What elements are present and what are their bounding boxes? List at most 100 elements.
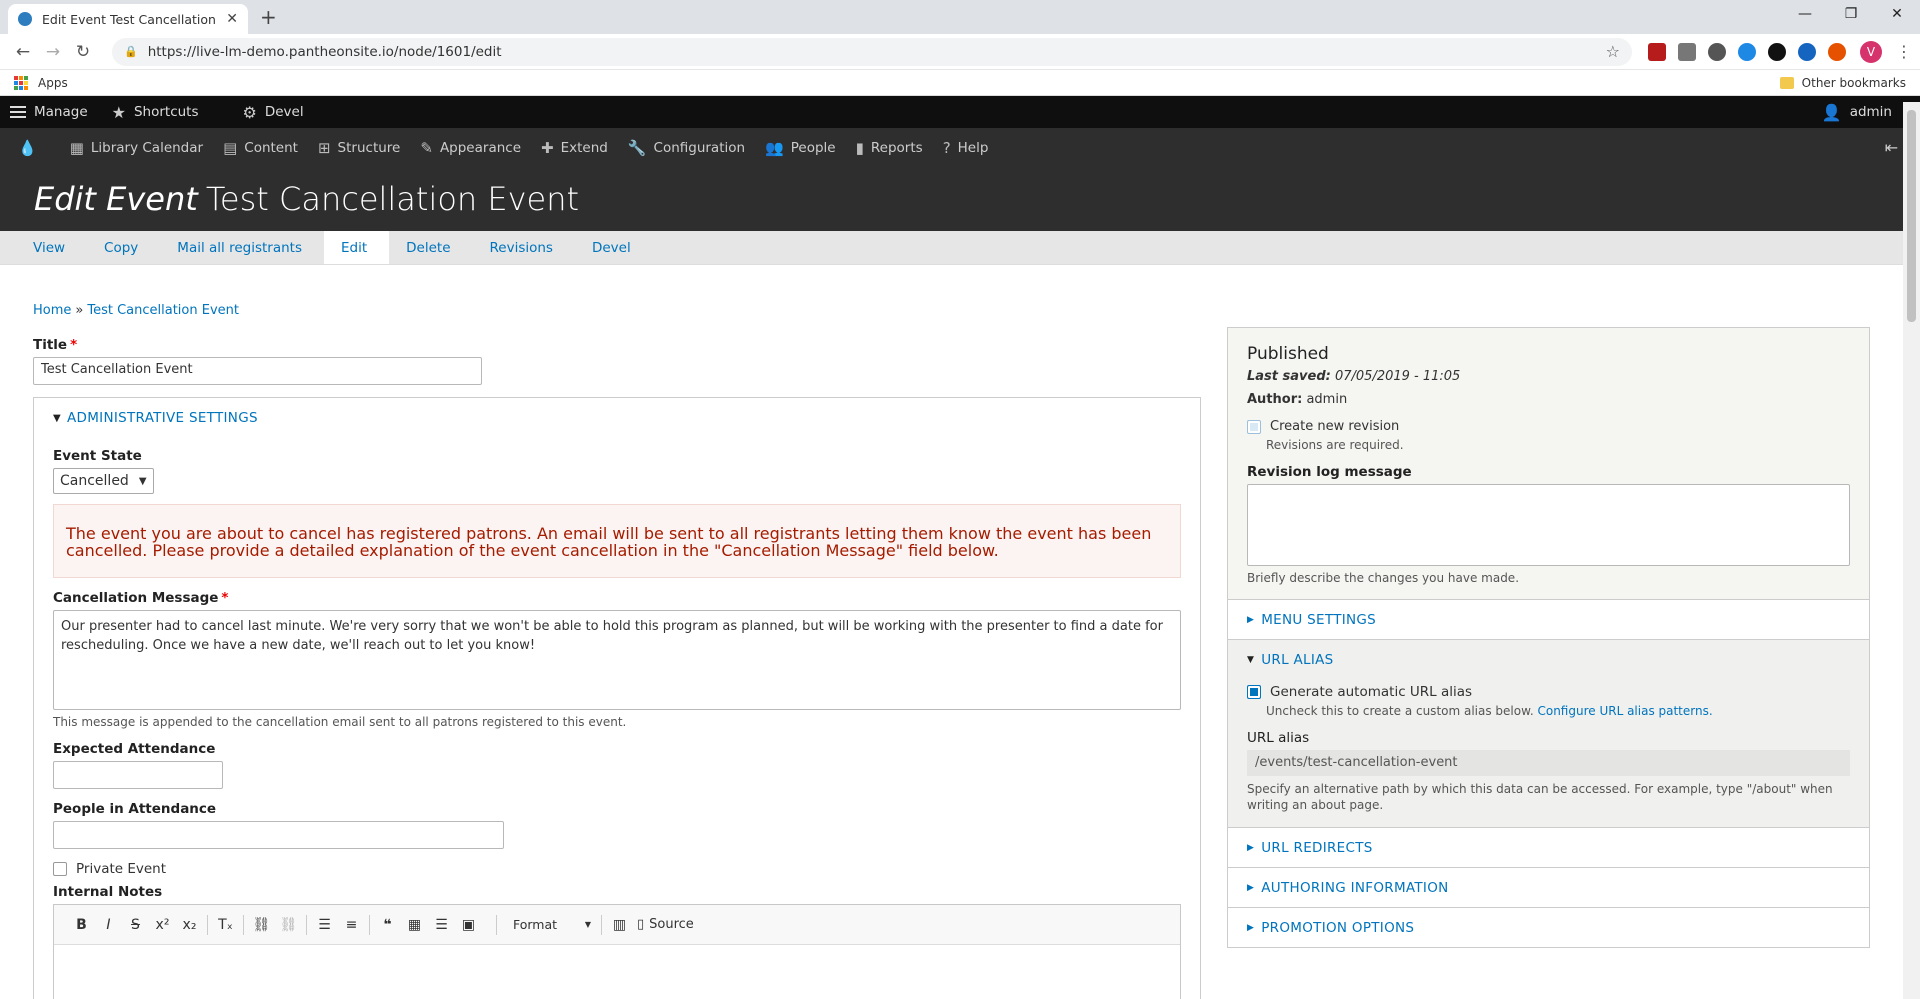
image-icon[interactable]: ▣ bbox=[455, 917, 482, 933]
numbered-list-icon[interactable]: ≡ bbox=[338, 917, 365, 933]
breadcrumb-home[interactable]: Home bbox=[33, 303, 71, 318]
tab-mail-registrants[interactable]: Mail all registrants bbox=[160, 231, 324, 264]
table-icon[interactable]: ▦ bbox=[401, 917, 428, 933]
password-extension-icon[interactable] bbox=[1798, 42, 1816, 61]
revision-log-description: Briefly describe the changes you have ma… bbox=[1247, 571, 1520, 585]
url-alias-section: ▼ URL ALIAS Generate automatic URL alias … bbox=[1228, 639, 1869, 827]
calendar-icon: ▦ bbox=[69, 138, 84, 157]
menu-help[interactable]: ? Help bbox=[933, 139, 999, 157]
menu-settings-label: MENU SETTINGS bbox=[1261, 611, 1377, 628]
grammar-extension-icon[interactable] bbox=[1678, 42, 1696, 61]
private-event-row[interactable]: Private Event bbox=[53, 861, 1181, 877]
drop-icon: 💧 bbox=[18, 138, 37, 157]
menu-settings-toggle[interactable]: ▶ MENU SETTINGS bbox=[1228, 599, 1869, 639]
horizontal-line-icon[interactable]: ☰ bbox=[428, 917, 455, 933]
browser-tab[interactable]: Edit Event Test Cancellation Event ✕ bbox=[8, 4, 248, 34]
superscript-icon[interactable]: x² bbox=[149, 917, 176, 933]
shortcuts-button[interactable]: ★ Shortcuts bbox=[102, 96, 213, 128]
expected-attendance-input[interactable] bbox=[53, 761, 223, 789]
forward-icon[interactable]: → bbox=[38, 42, 68, 62]
tab-view[interactable]: View bbox=[16, 231, 87, 264]
templates-icon[interactable]: ▥ bbox=[606, 917, 633, 933]
wordpress-extension-icon[interactable] bbox=[1708, 42, 1726, 61]
bulleted-list-icon[interactable]: ☰ bbox=[311, 917, 338, 933]
strikethrough-icon[interactable]: S bbox=[122, 917, 149, 933]
restore-icon[interactable]: ❐ bbox=[1828, 0, 1874, 30]
configure-alias-link[interactable]: Configure URL alias patterns. bbox=[1537, 704, 1712, 718]
menu-structure[interactable]: ⊞ Structure bbox=[308, 139, 410, 157]
tab-edit[interactable]: Edit bbox=[324, 231, 390, 264]
source-button[interactable]: ▯ Source bbox=[637, 917, 694, 932]
admin-settings-toggle[interactable]: ▼ ADMINISTRATIVE SETTINGS bbox=[53, 410, 1181, 426]
reload-icon[interactable]: ↻ bbox=[68, 42, 98, 62]
people-attendance-input[interactable] bbox=[53, 821, 504, 849]
subscript-icon[interactable]: x₂ bbox=[176, 917, 203, 933]
new-tab-icon[interactable]: + bbox=[260, 5, 277, 29]
menu-content[interactable]: ▤ Content bbox=[213, 139, 308, 157]
title-input[interactable]: Test Cancellation Event bbox=[33, 357, 482, 385]
generate-alias-label: Generate automatic URL alias bbox=[1270, 684, 1473, 700]
other-bookmarks[interactable]: Other bookmarks bbox=[1779, 76, 1906, 90]
tab-delete[interactable]: Delete bbox=[389, 231, 472, 264]
page-title-text: Test Cancellation Event bbox=[205, 180, 580, 218]
bookmark-star-icon[interactable]: ☆ bbox=[1606, 42, 1620, 61]
folder-icon bbox=[1779, 76, 1794, 89]
authoring-info-toggle[interactable]: ▶ AUTHORING INFORMATION bbox=[1228, 867, 1869, 907]
administrative-settings: ▼ ADMINISTRATIVE SETTINGS Event State Ca… bbox=[33, 397, 1201, 999]
back-icon[interactable]: ← bbox=[8, 42, 38, 62]
fox-extension-icon[interactable] bbox=[1828, 42, 1846, 61]
close-window-icon[interactable]: ✕ bbox=[1874, 0, 1920, 30]
url-redirects-toggle[interactable]: ▶ URL REDIRECTS bbox=[1228, 827, 1869, 867]
bookmarks-bar: Apps Other bookmarks bbox=[0, 70, 1920, 96]
expected-attendance-label: Expected Attendance bbox=[53, 741, 216, 757]
remove-format-icon[interactable]: Tₓ bbox=[212, 917, 239, 933]
revision-log-textarea[interactable] bbox=[1247, 484, 1850, 566]
drupal-home-icon[interactable]: 💧 bbox=[0, 139, 60, 157]
blockquote-icon[interactable]: ❝ bbox=[374, 917, 401, 933]
triangle-right-icon: ▶ bbox=[1247, 882, 1255, 893]
browser-menu-icon[interactable]: ⋮ bbox=[1896, 42, 1912, 61]
promotion-options-toggle[interactable]: ▶ PROMOTION OPTIONS bbox=[1228, 907, 1869, 947]
page-scrollbar[interactable] bbox=[1903, 102, 1920, 999]
tab-copy[interactable]: Copy bbox=[87, 231, 160, 264]
generate-alias-checkbox[interactable] bbox=[1247, 685, 1261, 699]
menu-people[interactable]: 👥 People bbox=[755, 139, 846, 157]
breadcrumb-current[interactable]: Test Cancellation Event bbox=[87, 303, 239, 318]
minimize-icon[interactable]: — bbox=[1782, 0, 1828, 30]
profile-avatar[interactable]: V bbox=[1860, 40, 1882, 63]
link-icon[interactable]: ⛓ bbox=[248, 917, 275, 933]
close-icon[interactable]: ✕ bbox=[226, 11, 238, 27]
devel-button[interactable]: ⚙ Devel bbox=[233, 96, 318, 128]
private-event-checkbox[interactable] bbox=[53, 862, 67, 876]
internal-notes-editor[interactable]: B I S x² x₂ Tₓ ⛓ ⛓ ☰ ≡ ❝ ▦ ☰ ▣ Format ▼ … bbox=[53, 904, 1181, 999]
cancel-message-textarea[interactable]: Our presenter had to cancel last minute.… bbox=[53, 610, 1181, 710]
tab-devel[interactable]: Devel bbox=[575, 231, 653, 264]
menu-reports[interactable]: ▮ Reports bbox=[846, 139, 933, 157]
url-alias-toggle[interactable]: ▼ URL ALIAS bbox=[1247, 640, 1850, 680]
url-input[interactable]: 🔒 https://live-lm-demo.pantheonsite.io/n… bbox=[112, 37, 1632, 66]
create-revision-label: Create new revision bbox=[1270, 419, 1400, 434]
tab-revisions[interactable]: Revisions bbox=[473, 231, 575, 264]
browser-tabbar: Edit Event Test Cancellation Event ✕ + —… bbox=[0, 0, 1920, 34]
page-title: Edit Event Test Cancellation Event bbox=[0, 167, 1920, 231]
unlink-icon[interactable]: ⛓ bbox=[275, 917, 302, 933]
edge-extension-icon[interactable] bbox=[1738, 42, 1756, 61]
bold-icon[interactable]: B bbox=[68, 917, 95, 933]
pdf-extension-icon[interactable] bbox=[1648, 42, 1666, 61]
menu-configuration[interactable]: 🔧 Configuration bbox=[618, 139, 755, 157]
italic-icon[interactable]: I bbox=[95, 917, 122, 933]
scrollbar-thumb[interactable] bbox=[1907, 110, 1916, 322]
drupal-favicon-icon bbox=[18, 12, 32, 26]
eye-extension-icon[interactable] bbox=[1768, 42, 1786, 61]
menu-label: Library Calendar bbox=[90, 139, 204, 156]
menu-appearance[interactable]: ✎ Appearance bbox=[410, 139, 531, 157]
menu-extend[interactable]: ✚ Extend bbox=[531, 139, 618, 157]
url-alias-input[interactable]: /events/test-cancellation-event bbox=[1247, 750, 1850, 776]
event-state-select[interactable]: Cancelled ▼ bbox=[53, 468, 154, 494]
manage-button[interactable]: Manage bbox=[0, 96, 102, 128]
breadcrumb: Home » Test Cancellation Event bbox=[33, 303, 239, 318]
menu-library-calendar[interactable]: ▦ Library Calendar bbox=[60, 139, 213, 157]
apps-bookmark[interactable]: Apps bbox=[38, 76, 68, 90]
generate-alias-row[interactable]: Generate automatic URL alias bbox=[1247, 684, 1850, 700]
format-dropdown[interactable]: Format ▼ bbox=[501, 917, 591, 933]
